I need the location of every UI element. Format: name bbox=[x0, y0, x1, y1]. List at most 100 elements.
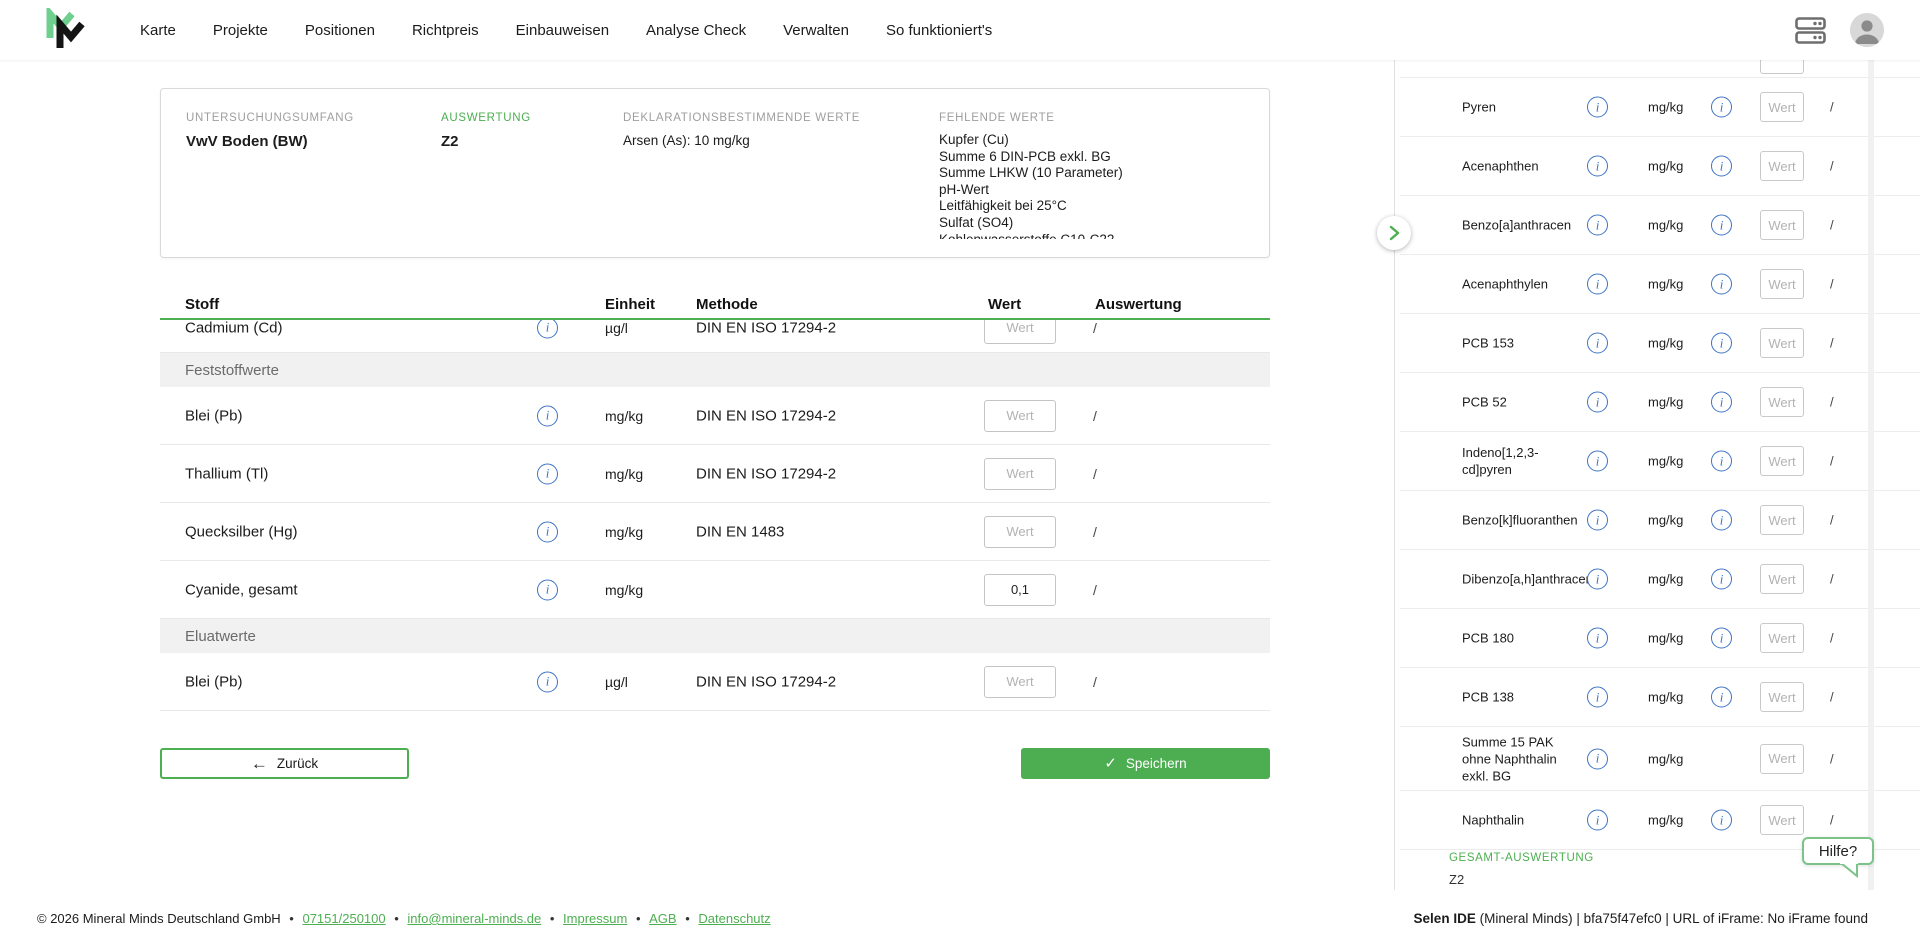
nav-item-analyse-check[interactable]: Analyse Check bbox=[646, 22, 746, 39]
wert-input[interactable] bbox=[1760, 60, 1804, 74]
info-icon[interactable]: i bbox=[1711, 687, 1732, 708]
info-icon[interactable]: i bbox=[1587, 451, 1608, 472]
footer-app-info: (Mineral Minds) | bfa75f47efc0 | URL of … bbox=[1476, 911, 1868, 926]
nav-item-richtpreis[interactable]: Richtpreis bbox=[412, 22, 479, 39]
info-icon[interactable]: i bbox=[537, 579, 558, 600]
info-icon[interactable]: i bbox=[537, 405, 558, 426]
substance-name: Pyren bbox=[1462, 99, 1586, 116]
info-icon[interactable]: i bbox=[537, 463, 558, 484]
nav-item-positionen[interactable]: Positionen bbox=[305, 22, 375, 39]
substance-name: Acenaphthylen bbox=[1462, 276, 1586, 293]
wert-input[interactable] bbox=[984, 574, 1056, 606]
deklaration-value: Arsen (As): 10 mg/kg bbox=[623, 133, 860, 148]
wert-input[interactable] bbox=[984, 516, 1056, 548]
substance-name: Benzo[a]anthracen bbox=[1462, 217, 1586, 234]
wert-input[interactable] bbox=[1760, 682, 1804, 712]
wert-input[interactable] bbox=[1760, 269, 1804, 299]
info-icon[interactable]: i bbox=[1711, 156, 1732, 177]
info-icon[interactable]: i bbox=[1587, 97, 1608, 118]
expand-panel-button[interactable] bbox=[1377, 216, 1411, 250]
wert-input[interactable] bbox=[1760, 328, 1804, 358]
info-icon[interactable]: i bbox=[1587, 510, 1608, 531]
info-icon[interactable]: i bbox=[1711, 510, 1732, 531]
header-icons bbox=[1795, 0, 1884, 60]
substance-name: Cadmium (Cd) bbox=[185, 320, 283, 336]
user-avatar[interactable] bbox=[1850, 13, 1884, 47]
substance-unit: mg/kg bbox=[1648, 159, 1683, 174]
info-icon[interactable]: i bbox=[1711, 569, 1732, 590]
wert-input[interactable] bbox=[1760, 505, 1804, 535]
nav-item-verwalten[interactable]: Verwalten bbox=[783, 22, 849, 39]
panel-row-dibenzo-a-h-anthracen: Dibenzo[a,h]anthracenimg/kgi/ bbox=[1400, 550, 1920, 609]
wert-input[interactable] bbox=[984, 458, 1056, 490]
table-row-cyanide-gesamt: Cyanide, gesamtimg/kg/ bbox=[160, 561, 1270, 619]
nav-item-projekte[interactable]: Projekte bbox=[213, 22, 268, 39]
person-icon bbox=[1850, 13, 1884, 47]
wert-input[interactable] bbox=[984, 666, 1056, 698]
help-tooltip-label: Hilfe? bbox=[1819, 843, 1857, 860]
info-icon[interactable]: i bbox=[537, 320, 558, 338]
wert-input[interactable] bbox=[984, 320, 1056, 344]
info-icon[interactable]: i bbox=[1711, 628, 1732, 649]
back-button[interactable]: ← Zurück bbox=[160, 748, 409, 779]
footer-right: Selen IDE (Mineral Minds) | bfa75f47efc0… bbox=[1414, 911, 1868, 926]
info-icon[interactable]: i bbox=[1587, 392, 1608, 413]
substance-name: Summe 15 PAK ohne Naphthalin exkl. BG bbox=[1462, 733, 1586, 784]
back-button-label: Zurück bbox=[277, 756, 318, 771]
wert-input[interactable] bbox=[1760, 446, 1804, 476]
wert-input[interactable] bbox=[984, 400, 1056, 432]
info-icon[interactable]: i bbox=[1587, 274, 1608, 295]
substance-name: PCB 153 bbox=[1462, 335, 1586, 352]
info-icon[interactable]: i bbox=[537, 671, 558, 692]
wert-input[interactable] bbox=[1760, 151, 1804, 181]
info-icon[interactable]: i bbox=[1587, 569, 1608, 590]
info-icon[interactable]: i bbox=[1711, 97, 1732, 118]
panel-row-pcb-180: PCB 180img/kgi/ bbox=[1400, 609, 1920, 668]
auswertung-value: / bbox=[1830, 100, 1834, 115]
column-header-einheit: Einheit bbox=[605, 296, 655, 313]
substance-method: DIN EN 1483 bbox=[696, 523, 784, 540]
info-icon[interactable]: i bbox=[1711, 392, 1732, 413]
auswertung-value: / bbox=[1830, 572, 1834, 587]
info-icon[interactable]: i bbox=[1587, 156, 1608, 177]
info-icon[interactable]: i bbox=[537, 521, 558, 542]
wert-input[interactable] bbox=[1760, 92, 1804, 122]
wert-input[interactable] bbox=[1760, 805, 1804, 835]
gesamt-auswertung-label: GESAMT-AUSWERTUNG bbox=[1449, 852, 1594, 864]
info-icon[interactable]: i bbox=[1587, 333, 1608, 354]
nav-item-so-funktioniert-s[interactable]: So funktioniert's bbox=[886, 22, 992, 39]
footer-link-datenschutz[interactable]: Datenschutz bbox=[698, 911, 770, 926]
info-icon[interactable]: i bbox=[1711, 215, 1732, 236]
info-icon[interactable]: i bbox=[1711, 810, 1732, 831]
auswertung-value: / bbox=[1093, 320, 1097, 336]
help-tooltip[interactable]: Hilfe? bbox=[1802, 837, 1874, 865]
info-icon[interactable]: i bbox=[1711, 451, 1732, 472]
server-icon[interactable] bbox=[1795, 17, 1826, 44]
footer-link-agb[interactable]: AGB bbox=[649, 911, 676, 926]
check-icon: ✓ bbox=[1104, 756, 1117, 771]
footer-copyright: © 2026 Mineral Minds Deutschland GmbH bbox=[37, 911, 281, 926]
panel-scrollbar[interactable] bbox=[1868, 60, 1874, 890]
info-icon[interactable]: i bbox=[1587, 687, 1608, 708]
wert-input[interactable] bbox=[1760, 210, 1804, 240]
substance-method: DIN EN ISO 17294-2 bbox=[696, 407, 836, 424]
wert-input[interactable] bbox=[1760, 623, 1804, 653]
save-button[interactable]: ✓ Speichern bbox=[1021, 748, 1270, 779]
info-icon[interactable]: i bbox=[1711, 333, 1732, 354]
nav-item-einbauweisen[interactable]: Einbauweisen bbox=[516, 22, 609, 39]
footer-link-info-mineral-minds-de[interactable]: info@mineral-minds.de bbox=[407, 911, 541, 926]
info-icon[interactable]: i bbox=[1711, 274, 1732, 295]
info-icon[interactable]: i bbox=[1587, 215, 1608, 236]
info-icon[interactable]: i bbox=[1587, 748, 1608, 769]
mineral-minds-logo[interactable] bbox=[42, 8, 88, 54]
nav-item-karte[interactable]: Karte bbox=[140, 22, 176, 39]
wert-input[interactable] bbox=[1760, 564, 1804, 594]
footer-separator: • bbox=[632, 911, 644, 926]
footer-link-impressum[interactable]: Impressum bbox=[563, 911, 627, 926]
wert-input[interactable] bbox=[1760, 744, 1804, 774]
wert-input[interactable] bbox=[1760, 387, 1804, 417]
info-icon[interactable]: i bbox=[1587, 810, 1608, 831]
info-icon[interactable]: i bbox=[1587, 628, 1608, 649]
auswertung-value: / bbox=[1830, 813, 1834, 828]
footer-link-07151-250100[interactable]: 07151/250100 bbox=[302, 911, 385, 926]
